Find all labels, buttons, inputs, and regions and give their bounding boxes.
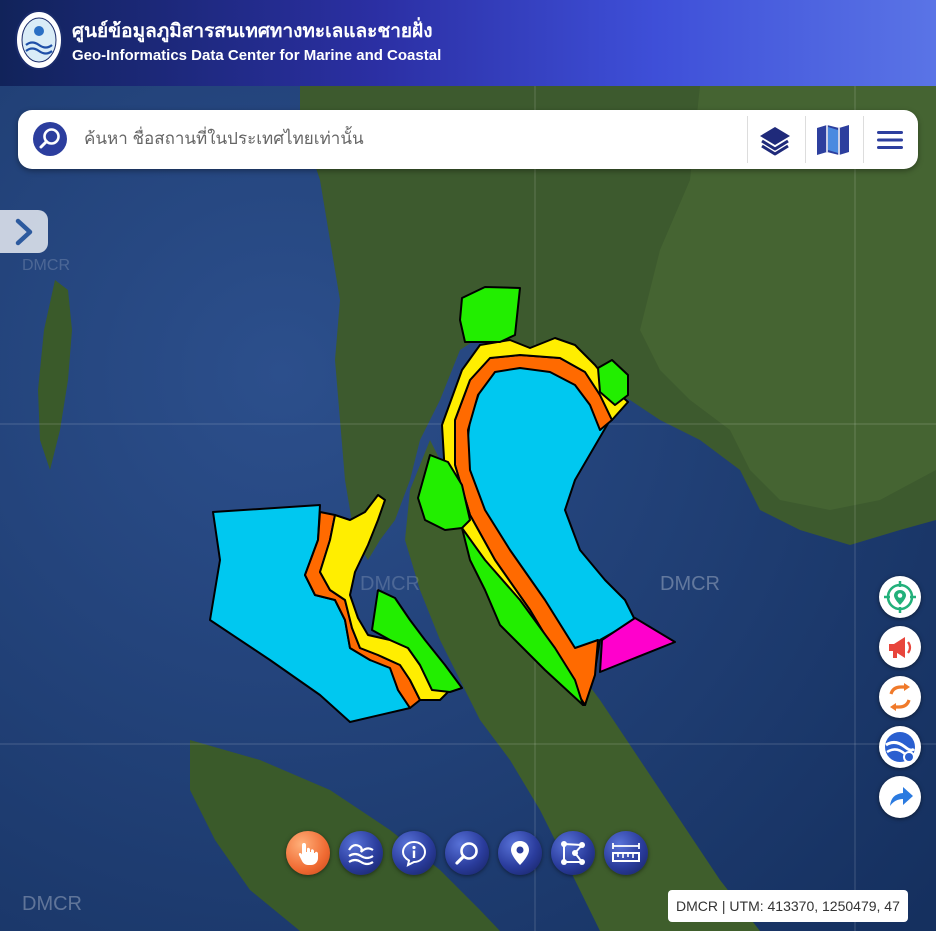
marine-layer-button[interactable] <box>339 831 383 875</box>
ruler-icon <box>612 843 640 862</box>
refresh-swap-icon <box>889 683 911 711</box>
chevron-right-icon <box>15 218 33 245</box>
search-bar-divider <box>747 116 748 163</box>
search-icon[interactable] <box>32 121 68 157</box>
dmcr-logo <box>15 10 63 70</box>
app-title-thai: ศูนย์ข้อมูลภูมิสารสนเทศทางทะเลและชายฝั่ง <box>72 21 433 42</box>
pan-tool-button[interactable] <box>286 831 330 875</box>
watermark-1: DMCR <box>660 573 720 595</box>
layers-icon <box>760 127 790 156</box>
basemap-button[interactable] <box>812 119 854 161</box>
draw-tool-button[interactable] <box>551 831 595 875</box>
locate-button[interactable] <box>879 576 921 618</box>
coordinate-readout: DMCR | UTM: 413370, 1250479, 47 <box>668 890 908 922</box>
map-icon <box>817 125 849 155</box>
info-tool-button[interactable] <box>392 831 436 875</box>
location-pin-icon <box>511 841 529 865</box>
menu-button[interactable] <box>869 119 911 161</box>
search-input[interactable] <box>82 123 746 155</box>
polygon-draw-icon <box>561 841 585 865</box>
waves-icon <box>348 844 374 866</box>
app-header: ศูนย์ข้อมูลภูมิสารสนเทศทางทะเลและชายฝั่ง… <box>0 0 936 86</box>
hamburger-menu-icon <box>877 131 903 149</box>
place-tool-button[interactable] <box>498 831 542 875</box>
hand-pointer-icon <box>298 843 318 865</box>
megaphone-icon <box>889 637 912 658</box>
magnifier-icon <box>455 842 478 865</box>
layers-button[interactable] <box>754 119 796 161</box>
measure-tool-button[interactable] <box>604 831 648 875</box>
swap-button[interactable] <box>879 676 921 718</box>
watermark-2: DMCR <box>22 893 82 915</box>
share-arrow-icon <box>890 787 913 806</box>
info-icon <box>401 840 427 867</box>
zoom-tool-button[interactable] <box>445 831 489 875</box>
sidebar-toggle-button[interactable] <box>0 210 48 253</box>
watermark-3: DMCR <box>360 573 420 595</box>
zone-gulf-green-north[interactable] <box>459 286 521 343</box>
search-bar-divider <box>805 116 806 163</box>
watermark-4: DMCR <box>22 257 70 274</box>
announcement-button[interactable] <box>879 626 921 668</box>
search-bar-divider <box>863 116 864 163</box>
search-bar <box>18 110 918 169</box>
google-earth-icon <box>885 732 916 763</box>
share-button[interactable] <box>879 776 921 818</box>
locate-pin-icon <box>884 581 916 613</box>
app-title-english: Geo-Informatics Data Center for Marine a… <box>72 47 442 64</box>
google-earth-button[interactable] <box>879 726 921 768</box>
